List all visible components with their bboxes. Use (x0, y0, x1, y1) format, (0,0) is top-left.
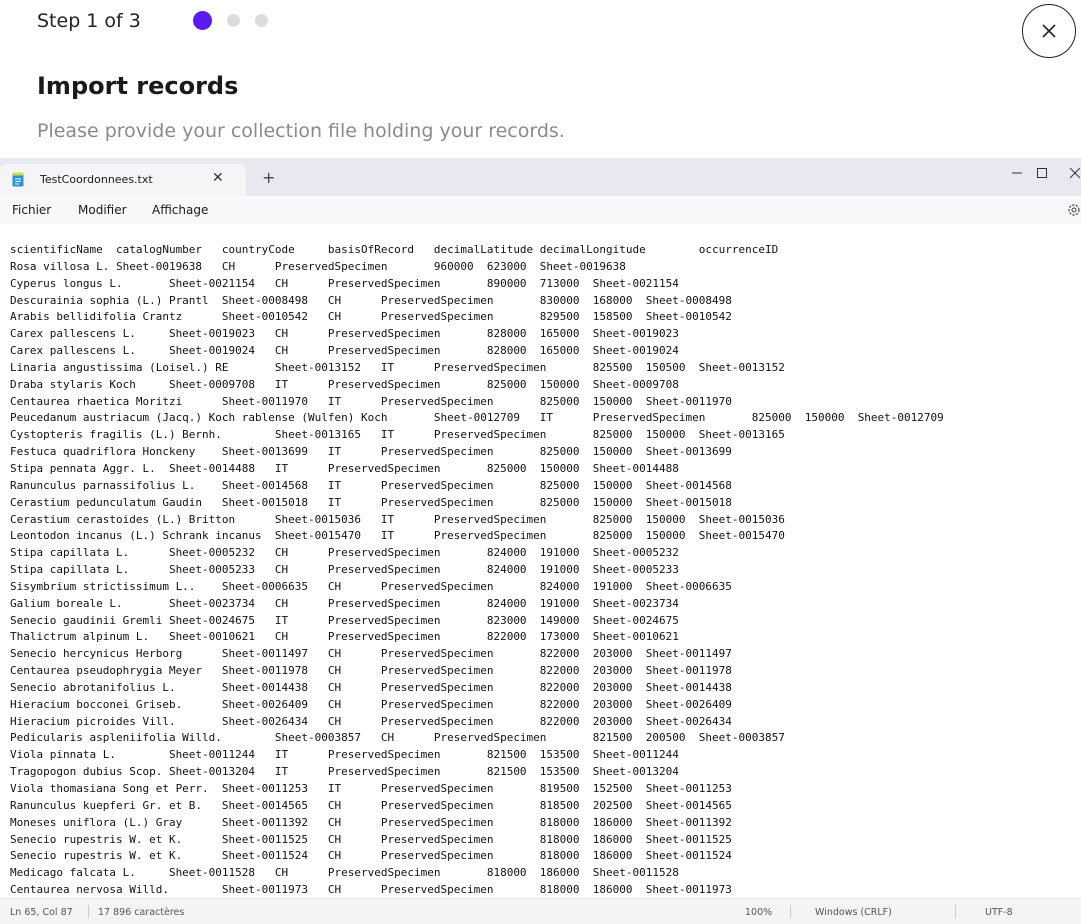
text-line: Centaurea rhaetica Moritzi Sheet-0011970… (10, 394, 732, 408)
tab-close-icon[interactable]: ✕ (212, 170, 224, 186)
notepad-icon (12, 172, 24, 187)
text-line: Stipa pennata Aggr. L. Sheet-0014488 IT … (10, 461, 679, 475)
status-separator (790, 905, 791, 918)
line-ending[interactable]: Windows (CRLF) (815, 907, 892, 918)
text-line: Viola thomasiana Song et Perr. Sheet-001… (10, 782, 732, 795)
text-line: Linaria angustissima (Loisel.) RE Sheet-… (10, 360, 785, 374)
text-line: Thalictrum alpinum L. Sheet-0010621 CH P… (10, 630, 679, 644)
notepad-titlebar: TestCoordonnees.txt ✕ + (0, 158, 1081, 196)
text-editor[interactable]: scientificName catalogNumber countryCode… (0, 224, 1081, 898)
text-line: Hieracium bocconei Griseb. Sheet-0026409… (10, 697, 732, 711)
text-line: Cerastium pedunculatum Gaudin Sheet-0015… (10, 495, 732, 509)
text-line: Tragopogon dubius Scop. Sheet-0013204 IT… (10, 765, 679, 779)
text-line: Cyperus longus L. Sheet-0021154 CH Prese… (10, 276, 679, 290)
text-line: Senecio rupestris W. et K. Sheet-0011525… (10, 832, 732, 846)
text-line: Viola pinnata L. Sheet-0011244 IT Preser… (10, 748, 679, 762)
page-title: Import records (37, 72, 239, 100)
notepad-statusbar: Ln 65, Col 87 17 896 caractères 100% Win… (0, 898, 1081, 924)
text-line: Carex pallescens L. Sheet-0019023 CH Pre… (10, 327, 679, 341)
status-separator (88, 905, 89, 918)
step-indicator-label: Step 1 of 3 (37, 10, 141, 32)
menu-edit[interactable]: Modifier (78, 203, 127, 217)
step-dot-1 (193, 10, 212, 30)
text-line: Centaurea nervosa Willd. Sheet-0011973 C… (10, 883, 732, 897)
text-line: Leontodon incanus (L.) Schrank incanus S… (10, 529, 785, 543)
text-line: Ranunculus kuepferi Gr. et B. Sheet-0014… (10, 798, 732, 812)
text-line: Cerastium cerastoides (L.) Britton Sheet… (10, 512, 785, 526)
file-content: scientificName catalogNumber countryCode… (10, 242, 1081, 898)
text-line: Carex pallescens L. Sheet-0019024 CH Pre… (10, 344, 679, 358)
status-separator (955, 905, 956, 918)
text-line: Medicago falcata L. Sheet-0011528 CH Pre… (10, 866, 679, 880)
notepad-menubar: Fichier Modifier Affichage (0, 196, 1081, 224)
close-button[interactable] (1022, 4, 1076, 58)
file-tab-title: TestCoordonnees.txt (40, 173, 153, 186)
text-line: scientificName catalogNumber countryCode… (10, 243, 779, 256)
close-icon (1069, 167, 1081, 179)
text-line: Descurainia sophia (L.) Prantl Sheet-000… (10, 293, 732, 307)
maximize-icon (1037, 168, 1047, 178)
text-line: Senecio rupestris W. et K. Sheet-0011524… (10, 849, 732, 863)
close-icon (1042, 24, 1056, 38)
text-line: Stipa capillata L. Sheet-0005232 CH Pres… (10, 546, 679, 560)
cursor-position: Ln 65, Col 87 (10, 907, 73, 918)
text-line: Ranunculus parnassifolius L. Sheet-00145… (10, 478, 732, 492)
new-tab-icon[interactable]: + (262, 168, 275, 187)
step-progress (193, 10, 268, 30)
text-line: Peucedanum austriacum (Jacq.) Koch rable… (10, 411, 944, 425)
text-line: Draba stylaris Koch Sheet-0009708 IT Pre… (10, 377, 679, 391)
text-line: Senecio hercynicus Herborg Sheet-0011497… (10, 647, 732, 661)
notepad-window: TestCoordonnees.txt ✕ + Fichier Modifier… (0, 158, 1081, 924)
window-close-button[interactable] (1055, 158, 1081, 188)
text-line: Senecio abrotanifolius L. Sheet-0014438 … (10, 680, 732, 694)
text-line: Festuca quadriflora Honckeny Sheet-00136… (10, 445, 732, 459)
text-line: Stipa capillata L. Sheet-0005233 CH Pres… (10, 563, 679, 577)
import-wizard-header: Step 1 of 3 Import records Please provid… (0, 0, 1081, 156)
text-line: Hieracium picroides Vill. Sheet-0026434 … (10, 714, 732, 728)
file-tab[interactable]: TestCoordonnees.txt ✕ (0, 164, 246, 196)
text-line: Centaurea pseudophrygia Meyer Sheet-0011… (10, 664, 732, 678)
zoom-level[interactable]: 100% (745, 907, 772, 918)
encoding[interactable]: UTF-8 (985, 907, 1013, 918)
step-dot-3 (255, 13, 268, 27)
text-line: Rosa villosa L. Sheet-0019638 CH Preserv… (10, 259, 626, 273)
menu-view[interactable]: Affichage (152, 203, 208, 217)
char-count: 17 896 caractères (98, 907, 185, 918)
text-line: Senecio gaudinii Gremli Sheet-0024675 IT… (10, 613, 679, 627)
text-line: Moneses uniflora (L.) Gray Sheet-0011392… (10, 815, 732, 829)
text-line: Sisymbrium strictissimum L.. Sheet-00066… (10, 579, 732, 593)
text-line: Pedicularis aspleniifolia Willd. Sheet-0… (10, 731, 785, 745)
text-line: Cystopteris fragilis (L.) Bernh. Sheet-0… (10, 428, 785, 442)
text-line: Galium boreale L. Sheet-0023734 CH Prese… (10, 596, 679, 610)
text-line: Arabis bellidifolia Crantz Sheet-0010542… (10, 310, 732, 324)
menu-file[interactable]: Fichier (12, 203, 51, 217)
page-subtitle: Please provide your collection file hold… (37, 120, 565, 142)
step-dot-2 (227, 13, 240, 27)
gear-icon[interactable] (1066, 202, 1081, 218)
